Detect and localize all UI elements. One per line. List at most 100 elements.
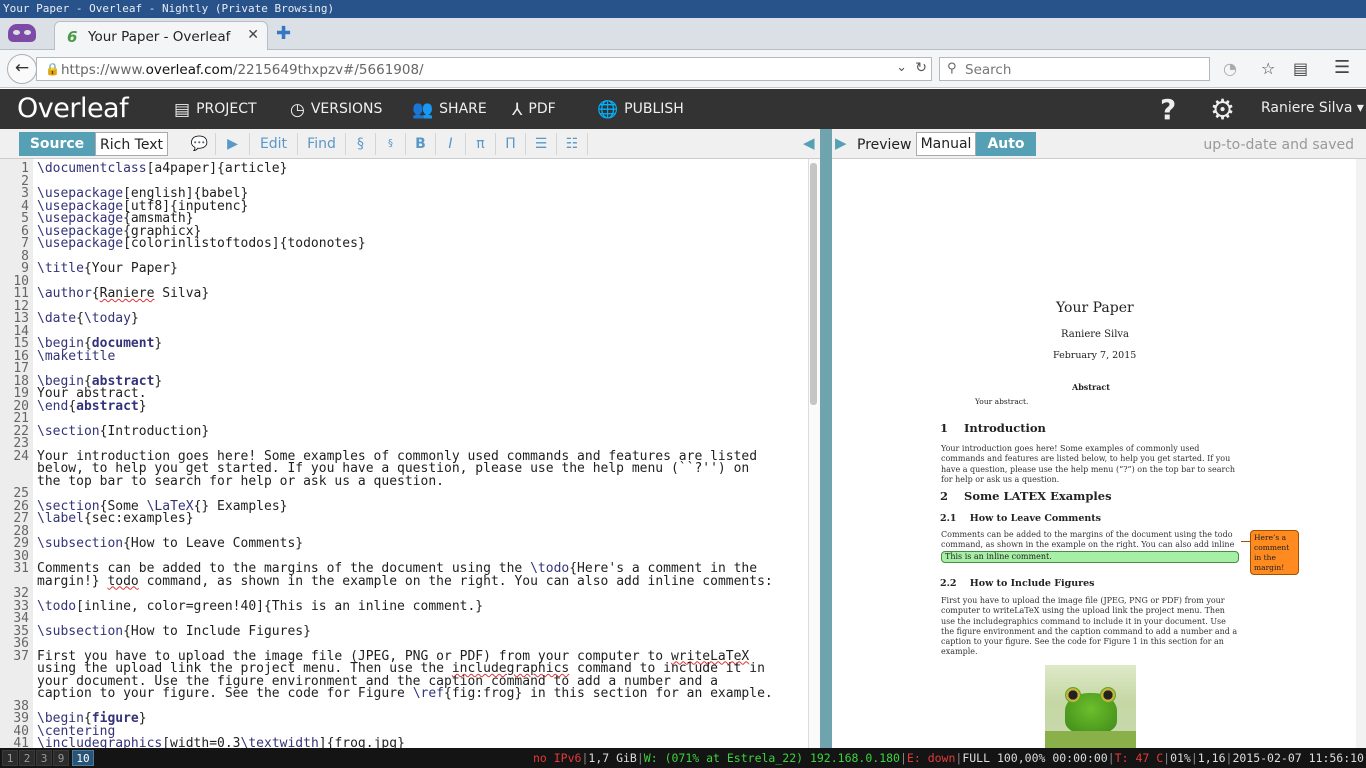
reading-list-icon[interactable]: ▤ — [1293, 59, 1308, 78]
code-line: \end{abstract} — [37, 398, 147, 414]
code-line: \subsection{How to Include Figures} — [37, 623, 311, 639]
pdf-button[interactable]: ⅄ PDF — [512, 100, 556, 120]
collapse-left-icon[interactable]: ◀ — [803, 134, 815, 152]
subsection-button[interactable]: § — [376, 133, 406, 155]
line-number-gutter: 1 2 3 4 5 6 7 8 9 10 11 12 13 14 15 16 1… — [0, 159, 33, 748]
clock-icon: ◷ — [290, 100, 305, 120]
source-mode-button[interactable]: Source — [19, 132, 95, 156]
battery-status: FULL 100,00% 00:00:00 — [962, 751, 1108, 765]
private-browsing-icon — [8, 24, 36, 42]
pdf-section-1: 1 Introduction — [940, 421, 1046, 435]
system-status-bar: 1 2 3 9 10 no IPv6|1,7 GiB|W: (071% at E… — [0, 748, 1366, 768]
load-status: 1,16 — [1197, 751, 1226, 765]
code-line: \subsection{How to Leave Comments} — [37, 536, 304, 551]
close-tab-icon[interactable]: ✕ — [247, 27, 259, 43]
dropdown-icon[interactable]: ⌄ — [896, 60, 907, 75]
run-icon[interactable]: ▶ — [216, 133, 250, 155]
overleaf-favicon-icon: 6 — [67, 28, 78, 46]
browser-nav-bar: 🔒 https://www.overleaf.com/2215649thxpzv… — [0, 50, 1366, 88]
code-line: \documentclass[a4paper]{article} — [37, 161, 288, 176]
auto-compile-button[interactable]: Auto — [976, 132, 1036, 156]
inline-math-button[interactable]: π — [466, 133, 496, 155]
code-line: \title{Your Paper} — [37, 261, 178, 276]
source-editor[interactable]: 1 2 3 4 5 6 7 8 9 10 11 12 13 14 15 16 1… — [0, 159, 808, 748]
pdf-margin-todo: Here’s a comment in the margin! — [1250, 530, 1299, 575]
manual-compile-button[interactable]: Manual — [916, 132, 976, 156]
code-line: \maketitle — [37, 348, 116, 364]
section-button[interactable]: § — [346, 133, 376, 155]
gear-icon[interactable]: ⚙ — [1210, 93, 1235, 126]
share-button[interactable]: 👥 SHARE — [412, 100, 487, 120]
pdf-paragraph: Your introduction goes here! Some exampl… — [941, 444, 1235, 484]
code-line: \usepackage[colorinlistoftodos]{todonote… — [37, 236, 366, 251]
save-status: up-to-date and saved — [1203, 137, 1354, 153]
overleaf-logo[interactable]: Overleaf — [17, 93, 129, 124]
publish-button[interactable]: 🌐 PUBLISH — [597, 100, 684, 120]
new-tab-icon[interactable]: ✚ — [276, 23, 291, 44]
pdf-date: February 7, 2015 — [1053, 350, 1137, 361]
workspace-2[interactable]: 2 — [19, 750, 35, 766]
find-button[interactable]: Find — [298, 133, 346, 155]
pdf-inline-todo: This is an inline comment. — [941, 551, 1239, 563]
back-icon: ← — [14, 58, 30, 78]
search-placeholder: Search — [965, 62, 1012, 78]
rich-text-mode-button[interactable]: Rich Text — [95, 132, 168, 156]
star-icon[interactable]: ☆ — [1261, 59, 1275, 78]
tab-title: Your Paper - Overleaf — [88, 29, 231, 45]
numbered-list-icon[interactable]: ☰ — [526, 133, 557, 155]
code-line: \section{Introduction} — [37, 423, 210, 439]
back-button[interactable]: ← — [7, 54, 37, 84]
versions-button[interactable]: ◷ VERSIONS — [290, 100, 382, 120]
project-menu-button[interactable]: ▤ PROJECT — [174, 100, 257, 120]
italic-button[interactable]: I — [436, 133, 466, 155]
pdf-scrollbar[interactable] — [1356, 159, 1366, 748]
url-text[interactable]: https://www.overleaf.com/2215649thxpzv#/… — [61, 62, 424, 78]
rss-icon[interactable]: ◔ — [1223, 59, 1237, 78]
menu-icon[interactable]: ☰ — [1334, 57, 1350, 78]
workspace-3[interactable]: 3 — [36, 750, 52, 766]
memory-status: 1,7 GiB — [588, 751, 637, 765]
display-math-button[interactable]: Π — [496, 133, 526, 155]
code-line: \label{sec:examples} — [37, 511, 194, 526]
pane-divider[interactable] — [820, 129, 832, 748]
code-line: caption to your figure. See the code for… — [37, 686, 773, 701]
pdf-paragraph: First you have to upload the image file … — [941, 596, 1238, 657]
pdf-abstract-body: Your abstract. — [975, 397, 1029, 406]
reload-icon[interactable]: ↻ — [915, 60, 927, 76]
bold-button[interactable]: B — [406, 133, 436, 155]
search-bar[interactable]: ⚲ Search — [939, 57, 1210, 81]
workspace-1[interactable]: 1 — [2, 750, 18, 766]
bullet-list-icon[interactable]: ☷ — [557, 133, 588, 155]
user-menu[interactable]: Raniere Silva ▾ — [1261, 100, 1364, 116]
help-icon[interactable]: ? — [1160, 93, 1176, 126]
browser-tab-bar: 6 Your Paper - Overleaf ✕ ✚ — [0, 18, 1366, 51]
code-line: \todo[inline, color=green!40]{This is an… — [37, 598, 484, 614]
globe-icon: 🌐 — [597, 100, 619, 120]
editor-toolbar: Source Rich Text 💬 ▶ Edit Find § § B I π… — [0, 129, 822, 159]
workspace-10-active[interactable]: 10 — [72, 750, 94, 766]
temperature-status: T: 47 C — [1114, 751, 1164, 765]
pdf-subsection-2-1: 2.1 How to Leave Comments — [940, 513, 1102, 524]
expand-preview-icon[interactable]: ▶ — [835, 134, 847, 152]
browser-tab[interactable]: 6 Your Paper - Overleaf ✕ — [54, 21, 268, 51]
editor-scrollbar-thumb[interactable] — [810, 163, 817, 405]
code-line: margin!} todo command, as shown in the e… — [37, 573, 773, 589]
overleaf-header: Overleaf ▤ PROJECT ◷ VERSIONS 👥 SHARE ⅄ PDF … — [0, 89, 1366, 129]
code-line: \includegraphics[width=0.3\textwidth]{fr… — [37, 736, 405, 748]
search-icon: ⚲ — [947, 61, 957, 76]
wifi-status: W: (071% at Estrela_22) 192.168.0.180 — [643, 751, 900, 765]
pdf-title: Your Paper — [1056, 300, 1134, 316]
pdf-preview[interactable]: Your Paper Raniere Silva February 7, 201… — [832, 159, 1366, 748]
code-line: the top bar to search for help or ask us… — [37, 473, 444, 489]
cpu-status: 01% — [1170, 751, 1191, 765]
pdf-subsection-2-2: 2.2 How to Include Figures — [940, 578, 1095, 589]
edit-button[interactable]: Edit — [250, 133, 298, 155]
workspace-9[interactable]: 9 — [53, 750, 69, 766]
pdf-section-2: 2 Some LATEX Examples — [940, 489, 1112, 503]
preview-toolbar: ▶ Preview Manual Auto up-to-date and sav… — [832, 129, 1366, 159]
lock-icon: 🔒 — [45, 62, 60, 76]
ethernet-status: E: down — [906, 751, 956, 765]
url-bar[interactable]: 🔒 https://www.overleaf.com/2215649thxpzv… — [36, 57, 932, 81]
comment-icon[interactable]: 💬 — [184, 133, 216, 155]
pdf-author: Raniere Silva — [1061, 329, 1130, 340]
